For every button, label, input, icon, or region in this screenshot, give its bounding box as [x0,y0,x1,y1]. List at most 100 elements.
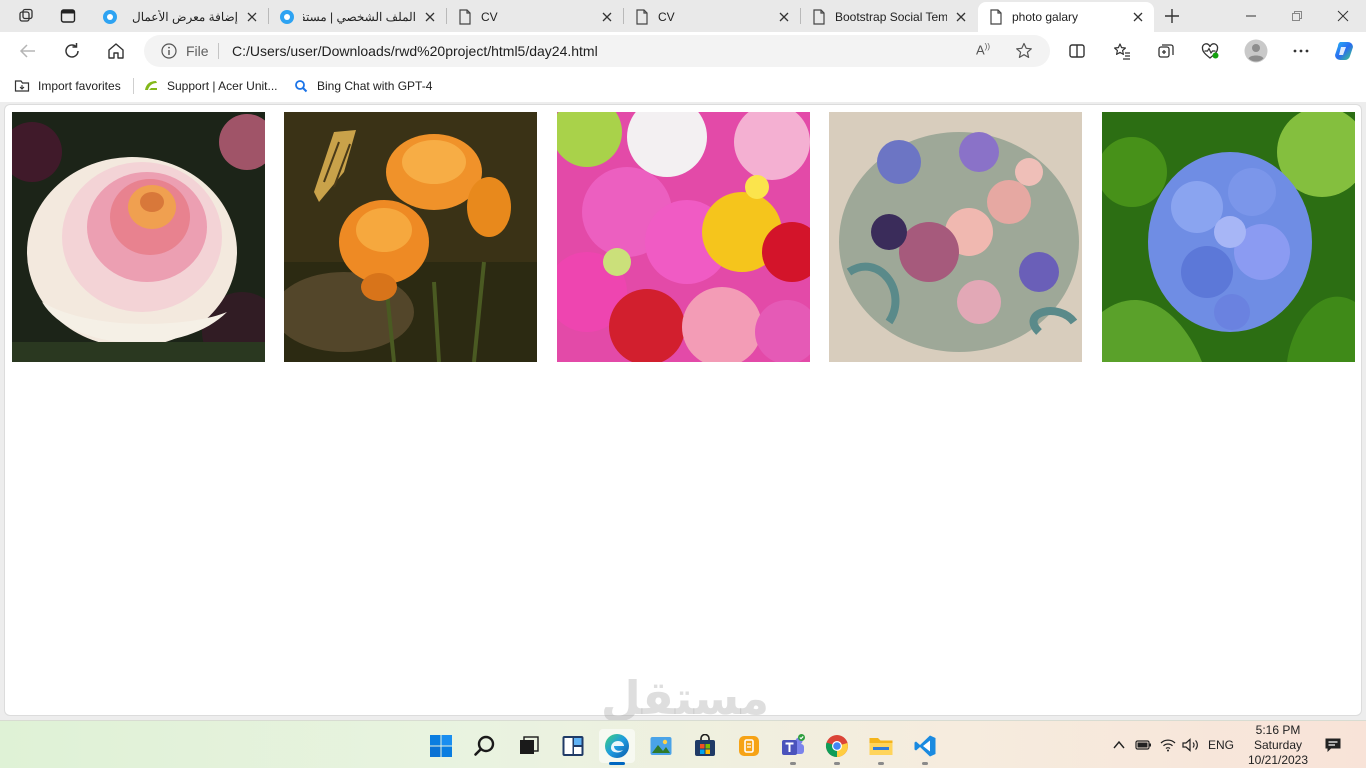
taskbar-vscode[interactable] [907,729,943,765]
restore-icon [1292,11,1302,21]
wifi-icon [1160,739,1176,752]
gallery-photo-hydrangea[interactable] [1102,112,1355,362]
vscode-icon [914,735,936,757]
gallery-photo-mixed-bouquet[interactable] [557,112,810,362]
restore-button[interactable] [1274,0,1320,32]
refresh-button[interactable] [57,37,87,65]
refresh-icon [65,43,79,58]
notifications-button[interactable] [1322,735,1344,755]
gallery-photo-orange-flowers[interactable] [284,112,537,362]
favorites-bar: Import favorites Support | Acer Unit... … [0,70,1366,102]
gallery-photo-rose[interactable] [12,112,265,362]
taskbar: ENG 5:16 PM Saturday 10/21/2023 [0,720,1366,768]
gallery-photo-wedding-bouquet[interactable] [829,112,1082,362]
tab-cv-1[interactable]: CV [447,2,623,32]
task-view-button[interactable] [511,729,547,763]
workspaces-icon [19,8,33,22]
taskbar-clock[interactable]: 5:16 PM Saturday 10/21/2023 [1240,723,1316,768]
favorite-import[interactable]: Import favorites [14,77,121,95]
close-icon[interactable] [953,9,969,25]
back-button[interactable] [13,37,43,65]
collections-button[interactable] [1151,37,1181,65]
tab-actions-button[interactable] [54,4,82,28]
store-icon [695,734,715,756]
close-icon[interactable] [1130,9,1146,25]
widgets-button[interactable] [555,729,591,763]
more-dots-icon [1293,49,1309,53]
close-icon[interactable] [244,9,260,25]
copilot-button[interactable] [1329,37,1359,65]
tab-title: الملف الشخصي | مستقل [303,10,416,24]
tab-portfolio-add[interactable]: إضافة معرض الأعمال [92,2,268,32]
home-button[interactable] [101,37,131,65]
tab-photo-galary[interactable]: photo galary [978,2,1154,32]
tab-title: إضافة معرض الأعمال [131,10,238,24]
read-aloud-icon[interactable]: A)) [976,42,994,60]
photos-icon [650,737,672,755]
close-icon[interactable] [776,9,792,25]
running-indicator [834,762,840,765]
url-text[interactable]: C:/Users/user/Downloads/rwd%20project/ht… [232,43,598,59]
minimize-button[interactable] [1228,0,1274,32]
heart-pulse-icon [1201,43,1219,59]
input-language-button[interactable]: ENG [1205,735,1237,755]
address-separator [218,43,219,59]
new-tab-button[interactable] [1158,4,1186,28]
clock-day: Saturday [1253,738,1303,752]
arrow-left-icon [19,44,35,58]
wedding-bouquet-image [829,112,1082,362]
taskbar-app-orange[interactable] [731,729,767,763]
split-screen-icon [1069,44,1085,58]
workspaces-button[interactable] [12,4,40,28]
page-icon [457,9,473,25]
folder-icon [869,738,893,755]
tab-profile[interactable]: الملف الشخصي | مستقل [269,2,446,32]
profile-button[interactable] [1241,37,1271,65]
taskbar-file-explorer[interactable] [863,729,899,765]
favorite-acer-support[interactable]: Support | Acer Unit... [143,77,278,95]
rose-image [12,112,265,362]
mostaql-icon [102,9,118,25]
page-icon [811,9,827,25]
network-button[interactable] [1158,735,1178,755]
browser-essentials-button[interactable] [1195,37,1225,65]
toolbar: File C:/Users/user/Downloads/rwd%20proje… [0,32,1366,70]
taskbar-search-button[interactable] [467,729,503,763]
address-bar[interactable]: File C:/Users/user/Downloads/rwd%20proje… [144,35,1050,67]
show-hidden-icons-button[interactable] [1110,735,1128,755]
clock-date: 10/21/2023 [1247,753,1309,767]
mixed-bouquet-image [557,112,810,362]
taskbar-photos[interactable] [643,729,679,763]
scheme-label: File [186,43,209,59]
tab-bootstrap-social[interactable]: Bootstrap Social Template [801,2,977,32]
split-screen-button[interactable] [1062,37,1092,65]
taskbar-chrome[interactable] [819,729,855,765]
close-icon[interactable] [422,9,438,25]
plus-icon [1165,9,1179,23]
import-icon [14,78,30,94]
close-icon[interactable] [599,9,615,25]
widgets-icon [562,736,584,756]
edge-icon [605,734,629,758]
favorite-bing-chat[interactable]: Bing Chat with GPT-4 [293,77,432,95]
clock-time: 5:16 PM [1255,723,1301,737]
favorite-star-icon[interactable] [1015,42,1033,60]
taskbar-teams[interactable] [775,729,811,765]
tab-cv-2[interactable]: CV [624,2,800,32]
volume-button[interactable] [1181,735,1201,755]
info-icon[interactable] [161,43,177,59]
favorite-label: Import favorites [38,79,121,93]
taskbar-edge[interactable] [599,729,635,765]
settings-more-button[interactable] [1286,37,1316,65]
taskbar-store[interactable] [687,729,723,763]
chevron-up-icon [1113,740,1125,749]
close-window-button[interactable] [1320,0,1366,32]
home-icon [108,43,124,59]
start-button[interactable] [423,729,459,763]
battery-button[interactable] [1134,735,1154,755]
page-icon [988,9,1004,25]
favorites-button[interactable] [1107,37,1137,65]
photo-gallery [12,112,1356,364]
orange-flowers-image [284,112,537,362]
teams-icon [782,734,805,755]
